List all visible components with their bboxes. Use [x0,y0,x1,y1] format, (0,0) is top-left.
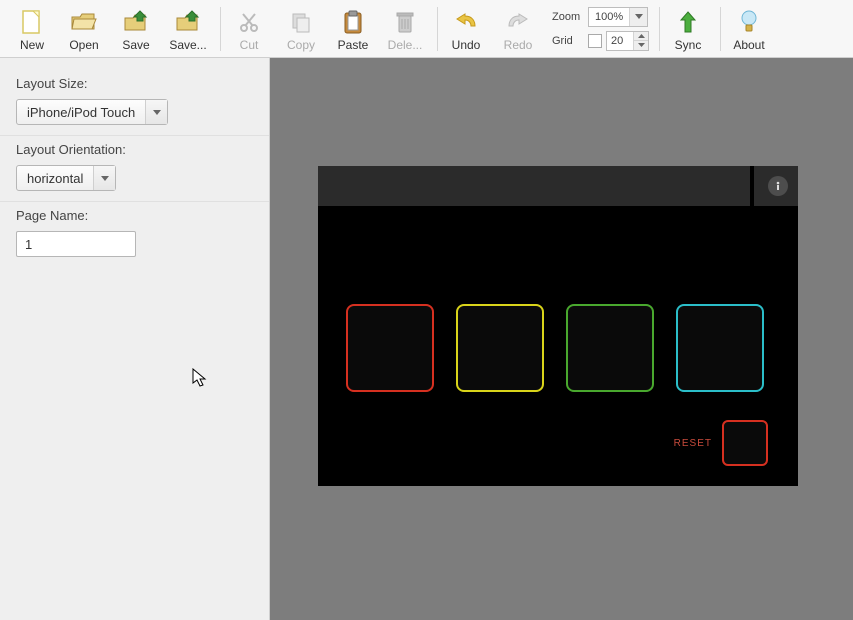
orientation-row: Layout Orientation: horizontal [0,136,269,202]
grid-value: 20 [607,32,633,50]
chevron-down-icon [629,8,647,26]
saveas-button[interactable]: Save... [164,2,212,56]
device-statusbar [318,166,798,206]
scissors-icon [238,8,260,36]
zoom-value: 100% [589,11,629,23]
paste-label: Paste [338,38,369,52]
open-button[interactable]: Open [60,2,108,56]
main: Layout Size: iPhone/iPod Touch Layout Or… [0,58,853,620]
redo-icon [505,8,531,36]
about-button[interactable]: About [725,2,773,56]
zoom-combo[interactable]: 100% [588,7,648,27]
clipboard-icon [342,8,364,36]
page-name-input[interactable]: 1 [16,231,136,257]
saveas-icon [175,8,201,36]
redo-label: Redo [504,38,533,52]
pad-cyan[interactable] [676,304,764,392]
grid-label: Grid [552,35,584,47]
layout-size-row: Layout Size: iPhone/iPod Touch [0,70,269,136]
new-button[interactable]: New [8,2,56,56]
page-name-value: 1 [25,237,32,252]
pad-green[interactable] [566,304,654,392]
toolbar-separator [437,7,438,51]
copy-button[interactable]: Copy [277,2,325,56]
spinner-up-icon[interactable] [634,32,648,41]
orientation-value: horizontal [17,171,93,186]
paste-button[interactable]: Paste [329,2,377,56]
sidebar: Layout Size: iPhone/iPod Touch Layout Or… [0,58,270,620]
pad-yellow[interactable] [456,304,544,392]
reset-label: RESET [674,438,712,449]
zoom-label: Zoom [552,11,584,23]
trash-icon [395,8,415,36]
layout-size-label: Layout Size: [16,76,253,91]
page-name-row: Page Name: 1 [0,202,269,267]
statusbar-separator [750,166,754,206]
folder-open-icon [70,8,98,36]
pad-row [346,304,764,392]
undo-label: Undo [452,38,481,52]
grid-spinner[interactable]: 20 [606,31,649,51]
sync-icon [677,8,699,36]
reset-group: RESET [674,420,768,466]
toolbar-separator [659,7,660,51]
orientation-label: Layout Orientation: [16,142,253,157]
new-file-icon [21,8,43,36]
sync-button[interactable]: Sync [664,2,712,56]
toolbar-separator [220,7,221,51]
chevron-down-icon [93,166,115,190]
redo-button[interactable]: Redo [494,2,542,56]
canvas-area[interactable]: RESET [270,58,853,620]
toolbar-separator [720,7,721,51]
copy-label: Copy [287,38,315,52]
layout-size-value: iPhone/iPod Touch [17,105,145,120]
toolbar: New Open Save Save... Cut Copy [0,0,853,58]
layout-size-select[interactable]: iPhone/iPod Touch [16,99,168,125]
delete-button[interactable]: Dele... [381,2,429,56]
cut-label: Cut [240,38,259,52]
pad-red[interactable] [346,304,434,392]
orientation-select[interactable]: horizontal [16,165,116,191]
chevron-down-icon [145,100,167,124]
saveas-label: Save... [169,38,206,52]
info-icon[interactable] [768,176,788,196]
save-icon [123,8,149,36]
delete-label: Dele... [388,38,423,52]
copy-icon [290,8,312,36]
lightbulb-icon [739,8,759,36]
zoom-grid-controls: Zoom 100% Grid 20 [552,2,649,56]
reset-button[interactable] [722,420,768,466]
device-preview[interactable]: RESET [318,166,798,486]
save-label: Save [122,38,149,52]
grid-checkbox[interactable] [588,34,602,48]
undo-button[interactable]: Undo [442,2,490,56]
about-label: About [733,38,764,52]
save-button[interactable]: Save [112,2,160,56]
new-label: New [20,38,44,52]
page-name-label: Page Name: [16,208,253,223]
open-label: Open [69,38,98,52]
sync-label: Sync [675,38,702,52]
undo-icon [453,8,479,36]
spinner-down-icon[interactable] [634,40,648,50]
cut-button[interactable]: Cut [225,2,273,56]
